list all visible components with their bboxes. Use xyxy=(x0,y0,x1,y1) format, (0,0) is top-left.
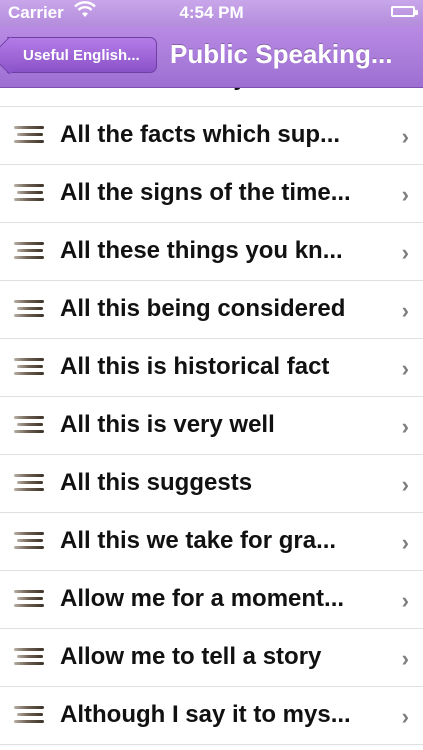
menu-lines-icon xyxy=(14,358,44,376)
page-title: Public Speaking... xyxy=(170,39,393,69)
menu-lines-icon xyxy=(14,242,44,260)
list-item-label: All this is historical fact xyxy=(60,353,330,380)
list-item-label: Allow me to tell a story xyxy=(60,643,322,670)
phrase-list: All that I will say now›All the facts wh… xyxy=(0,88,423,745)
menu-lines-icon xyxy=(14,184,44,202)
list-item-label: All this is very well xyxy=(60,411,275,438)
list-item[interactable]: All this is historical fact › xyxy=(0,339,423,397)
list-item-label: Allow me for a moment... xyxy=(60,585,345,612)
menu-lines-icon xyxy=(14,474,44,492)
chevron-right-icon: › xyxy=(401,530,409,555)
list-item[interactable]: Allow me to tell a story › xyxy=(0,629,423,687)
list-item[interactable]: All this being considered › xyxy=(0,281,423,339)
menu-lines-icon xyxy=(14,126,44,144)
list-item[interactable]: All that I will say now › xyxy=(0,88,423,107)
list-item-label: All that I will say now xyxy=(60,88,382,92)
chevron-right-icon: › xyxy=(401,240,409,265)
list-item[interactable]: All the facts which sup... › xyxy=(0,107,423,165)
back-button[interactable]: Useful English... xyxy=(7,37,157,73)
menu-lines-icon xyxy=(14,706,44,724)
navigation-bar: Useful English... Public Speaking... xyxy=(0,26,423,88)
chevron-right-icon: › xyxy=(401,646,409,671)
list-item-label: All this being considered xyxy=(60,295,346,322)
menu-lines-icon xyxy=(14,416,44,434)
list-item-label: All this suggests xyxy=(60,469,253,496)
chevron-right-icon: › xyxy=(401,356,409,381)
chevron-right-icon: › xyxy=(401,588,409,613)
list-item[interactable]: All the signs of the time... › xyxy=(0,165,423,223)
battery-icon xyxy=(391,6,418,17)
chevron-right-icon: › xyxy=(402,88,409,92)
list-item-label: All this we take for gra... xyxy=(60,527,337,554)
menu-lines-icon xyxy=(14,532,44,550)
list-item[interactable]: Although I say it to mys... › xyxy=(0,687,423,745)
list-item[interactable]: All these things you kn... › xyxy=(0,223,423,281)
back-button-label: Useful English... xyxy=(23,46,140,64)
chevron-right-icon: › xyxy=(401,298,409,323)
menu-lines-icon xyxy=(14,648,44,666)
chevron-right-icon: › xyxy=(401,414,409,439)
chevron-right-icon: › xyxy=(401,472,409,497)
chevron-right-icon: › xyxy=(401,124,409,149)
clock: 4:54 PM xyxy=(179,3,244,22)
chevron-right-icon: › xyxy=(401,182,409,207)
list-item-label: Although I say it to mys... xyxy=(60,701,351,728)
list-item-label: All the facts which sup... xyxy=(60,121,341,148)
list-item[interactable]: All this is very well › xyxy=(0,397,423,455)
list-item-label: All these things you kn... xyxy=(60,237,343,264)
menu-lines-icon xyxy=(14,300,44,318)
chevron-right-icon: › xyxy=(401,704,409,729)
list-item[interactable]: All this we take for gra... › xyxy=(0,513,423,571)
list-item-label: All the signs of the time... xyxy=(60,179,351,206)
menu-lines-icon xyxy=(14,590,44,608)
status-bar: Carrier 4:54 PM xyxy=(0,0,423,26)
list-item[interactable]: All this suggests › xyxy=(0,455,423,513)
list-item[interactable]: Allow me for a moment... › xyxy=(0,571,423,629)
